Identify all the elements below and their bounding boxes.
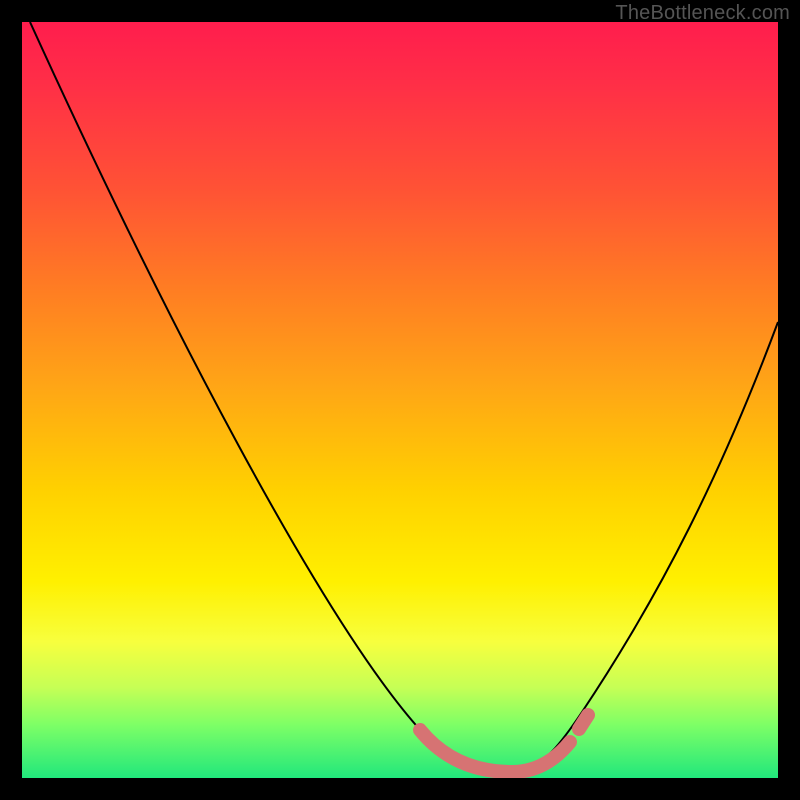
chart-frame: TheBottleneck.com xyxy=(0,0,800,800)
bottleneck-curve xyxy=(30,22,778,770)
highlight-segment xyxy=(420,730,570,772)
highlight-dot xyxy=(579,715,588,729)
curve-layer xyxy=(22,22,778,778)
watermark-text: TheBottleneck.com xyxy=(615,2,790,25)
plot-area xyxy=(22,22,778,778)
